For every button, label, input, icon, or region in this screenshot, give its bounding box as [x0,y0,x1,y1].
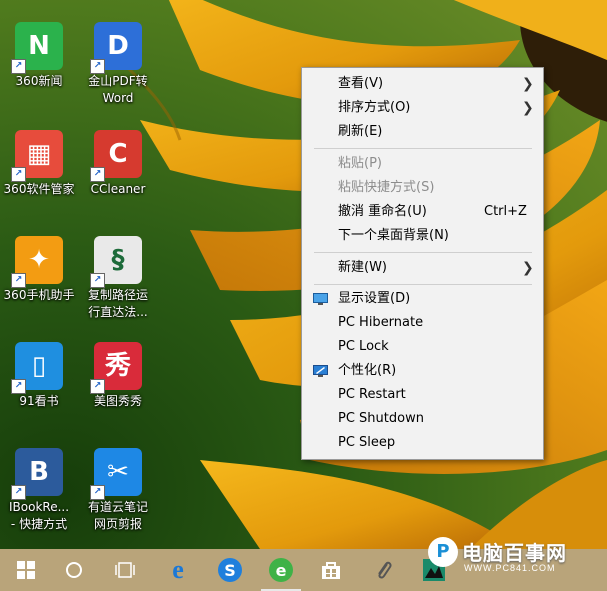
menu-separator [314,284,532,285]
watermark-url: WWW.PC841.COM [464,563,556,573]
menu-item-label: 新建(W) [338,260,387,275]
menu-item-label: PC Lock [338,339,389,354]
shortcut-arrow-icon: ↗ [90,167,105,182]
start-windows-icon[interactable] [2,549,50,591]
menu-item-shortcut: Ctrl+Z [484,204,527,219]
menu-separator [314,252,532,253]
desktop-icon-label: 复制路径运 [87,288,148,302]
shortcut-arrow-icon: ↗ [11,273,26,288]
menu-item-label: 刷新(E) [338,124,383,139]
shortcut-arrow-icon: ↗ [11,379,26,394]
sogou-browser-icon[interactable]: S [206,549,254,591]
360-news-icon: N ↗ [11,22,63,74]
svg-text:e: e [276,561,287,580]
360-software-manager-icon: ▦ ↗ [11,130,63,182]
display-settings-icon [313,293,328,305]
desktop-context-menu: 查看(V) ❯ 排序方式(O) ❯ 刷新(E) 粘贴(P) 粘贴快捷方式(S) … [301,67,544,460]
shortcut-arrow-icon: ↗ [90,273,105,288]
shortcut-arrow-icon: ↗ [11,485,26,500]
menu-item-pc-lock[interactable]: PC Lock [302,335,543,359]
site-watermark: P 电脑百事网 WWW.PC841.COM [428,529,607,575]
chevron-right-icon: ❯ [522,260,534,276]
personalize-icon [313,365,328,377]
menu-item-label: 撤消 重命名(U) [338,204,427,219]
menu-item-pc-sleep[interactable]: PC Sleep [302,431,543,455]
kingsoft-pdf-icon: D ↗ [90,22,142,74]
menu-item-label: PC Restart [338,387,406,402]
desktop-icon[interactable]: ✂ ↗ 有道云笔记网页剪报 [72,448,164,533]
watermark-name: 电脑百事网 [462,541,567,565]
menu-item-pc-restart[interactable]: PC Restart [302,383,543,407]
menu-item-refresh[interactable]: 刷新(E) [302,120,543,144]
desktop-icon-label: Word [102,91,134,105]
shortcut-arrow-icon: ↗ [11,59,26,74]
meitu-icon: 秀 ↗ [90,342,142,394]
menu-item-label: 显示设置(D) [338,291,411,306]
menu-item-new[interactable]: 新建(W) ❯ [302,256,543,280]
menu-item-paste: 粘贴(P) [302,152,543,176]
desktop-icon-label: 美图秀秀 [93,394,142,408]
youdao-clipper-icon: ✂ ↗ [90,448,142,500]
menu-separator [314,148,532,149]
chevron-right-icon: ❯ [522,100,534,116]
menu-item-label: 粘贴快捷方式(S) [338,180,435,195]
menu-item-view[interactable]: 查看(V) ❯ [302,72,543,96]
desktop-icon[interactable]: § ↗ 复制路径运行直达法... [72,236,164,321]
search-circle-icon[interactable] [50,549,98,591]
360-browser-icon[interactable]: e [257,549,305,591]
menu-item-label: 排序方式(O) [338,100,411,115]
ibook-reader-icon: B ↗ [11,448,63,500]
store-icon[interactable] [307,549,355,591]
svg-text:S: S [224,561,236,580]
91-reader-icon: ▯ ↗ [11,342,63,394]
desktop-icon-label: 金山PDF转 [88,74,148,88]
menu-item-label: PC Hibernate [338,315,424,330]
menu-item-label: 查看(V) [338,76,384,91]
desktop-icon[interactable]: C ↗ CCleaner [72,130,164,198]
shortcut-arrow-icon: ↗ [11,167,26,182]
desktop-icon[interactable]: D ↗ 金山PDF转 Word [72,22,164,107]
watermark-logo: P [428,537,458,567]
menu-item-label: PC Sleep [338,435,396,450]
desktop-icon-label: 网页剪报 [93,517,142,531]
menu-item-label: PC Shutdown [338,411,424,426]
menu-item-personalize[interactable]: 个性化(R) [302,359,543,383]
desktop-icon-label: CCleaner [90,182,146,196]
edge-browser-icon[interactable]: e [154,549,202,591]
desktop-icon[interactable]: 秀 ↗ 美图秀秀 [72,342,164,410]
menu-item-undo-rename[interactable]: 撤消 重命名(U) Ctrl+Z [302,200,543,224]
desktop-icon-label: 有道云笔记 [87,500,148,514]
paperclip-icon[interactable] [359,549,407,591]
script-file-icon: § ↗ [90,236,142,288]
menu-item-label: 个性化(R) [338,363,397,378]
task-view-icon[interactable] [101,549,149,591]
shortcut-arrow-icon: ↗ [90,59,105,74]
menu-item-label: 下一个桌面背景(N) [338,228,449,243]
360-phone-assistant-icon: ✦ ↗ [11,236,63,288]
menu-item-next-background[interactable]: 下一个桌面背景(N) [302,224,543,248]
menu-item-sort[interactable]: 排序方式(O) ❯ [302,96,543,120]
ccleaner-icon: C ↗ [90,130,142,182]
chevron-right-icon: ❯ [522,76,534,92]
menu-item-label: 粘贴(P) [338,156,382,171]
shortcut-arrow-icon: ↗ [90,379,105,394]
shortcut-arrow-icon: ↗ [90,485,105,500]
menu-item-pc-hibernate[interactable]: PC Hibernate [302,311,543,335]
menu-item-display-settings[interactable]: 显示设置(D) [302,287,543,311]
menu-item-paste-shortcut: 粘贴快捷方式(S) [302,176,543,200]
desktop-icon-label: 行直达法... [88,305,148,319]
menu-item-pc-shutdown[interactable]: PC Shutdown [302,407,543,431]
